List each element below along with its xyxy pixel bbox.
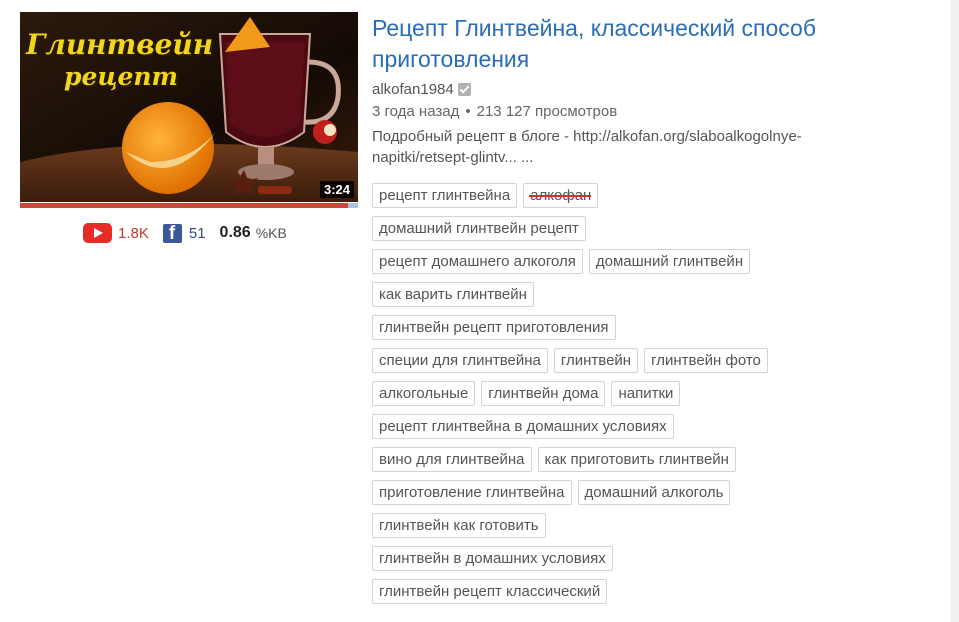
stats-bar: 1.8K 51 0.86 %KB: [83, 222, 287, 244]
tag-chip[interactable]: рецепт глинтвейна в домашних условиях: [372, 414, 674, 439]
video-title-link[interactable]: Рецепт Глинтвейна, классический способ п…: [372, 13, 912, 75]
watch-progress-bar: [20, 203, 358, 208]
youtube-icon: [83, 223, 112, 243]
video-meta: 3 года назад • 213 127 просмотров: [372, 103, 617, 120]
facebook-shares-count: 51: [188, 224, 206, 242]
tag-chip[interactable]: как приготовить глинтвейн: [537, 447, 736, 472]
tag-chip[interactable]: рецепт домашнего алкоголя: [372, 249, 583, 274]
tag-chip[interactable]: рецепт глинтвейна: [372, 183, 518, 208]
tag-chip[interactable]: глинтвейн рецепт приготовления: [372, 315, 616, 340]
upload-age: 3 года назад: [372, 103, 460, 120]
tag-chip[interactable]: специи для глинтвейна: [372, 348, 548, 373]
tag-chip[interactable]: алкогольные: [372, 381, 476, 406]
verified-icon: [457, 83, 471, 96]
tag-chip[interactable]: напитки: [611, 381, 681, 406]
view-count: 213 127 просмотров: [476, 103, 618, 120]
tag-chip[interactable]: глинтвейн как готовить: [372, 513, 546, 538]
meta-separator: •: [465, 103, 471, 120]
watch-progress-fill: [20, 203, 348, 208]
video-description: Подробный рецепт в блоге - http://alkofa…: [372, 128, 802, 166]
tag-chip[interactable]: алкофан: [523, 183, 599, 208]
tag-row: вино для глинтвейна как приготовить глинт…: [372, 447, 822, 472]
tag-row: домашний глинтвейн рецепт: [372, 216, 822, 241]
tag-row: глинтвейн в домашних условиях: [372, 546, 822, 571]
tag-chip[interactable]: приготовление глинтвейна: [372, 480, 572, 505]
tag-chip[interactable]: домашний глинтвейн рецепт: [372, 216, 586, 241]
channel-name-link[interactable]: alkofan1984: [372, 81, 454, 98]
thumbnail-title-line1: Глинтвейн: [26, 28, 214, 61]
tag-chip[interactable]: глинтвейн рецепт классический: [372, 579, 608, 604]
video-thumbnail[interactable]: Глинтвейн рецепт 3:24: [20, 12, 358, 202]
facebook-icon: [162, 223, 182, 243]
tag-chip[interactable]: глинтвейн: [553, 348, 639, 373]
tag-row: рецепт домашнего алкоголя домашний глинтв…: [372, 249, 822, 274]
video-duration: 3:24: [319, 181, 354, 198]
tag-chip[interactable]: домашний глинтвейн: [588, 249, 751, 274]
tag-chip[interactable]: глинтвейн в домашних условиях: [372, 546, 613, 571]
tag-row: алкогольные глинтвейн дома напитки: [372, 381, 822, 406]
tag-chip[interactable]: глинтвейн дома: [481, 381, 606, 406]
kv-value: 0.86: [219, 224, 251, 241]
tag-row: рецепт глинтвейна в домашних условиях: [372, 414, 822, 439]
tag-row: глинтвейн рецепт приготовления: [372, 315, 822, 340]
page-edge: [951, 0, 959, 622]
tag-row: специи для глинтвейна глинтвейн глинтвейн …: [372, 348, 822, 373]
tag-row: глинтвейн рецепт классический: [372, 579, 822, 604]
tag-row: глинтвейн как готовить: [372, 513, 822, 538]
youtube-likes-count: 1.8K: [118, 224, 149, 242]
tag-chip[interactable]: домашний алкоголь: [577, 480, 731, 505]
tag-list: рецепт глинтвейна алкофан домашний глинтве…: [372, 183, 822, 612]
tag-chip[interactable]: как варить глинтвейн: [372, 282, 534, 307]
tag-row: рецепт глинтвейна алкофан: [372, 183, 822, 208]
tag-row: как варить глинтвейн: [372, 282, 822, 307]
channel-row: alkofan1984: [372, 81, 471, 98]
tag-chip[interactable]: глинтвейн фото: [644, 348, 768, 373]
tag-chip[interactable]: вино для глинтвейна: [372, 447, 532, 472]
tag-row: приготовление глинтвейна домашний алкогол…: [372, 480, 822, 505]
thumbnail-title-line2: рецепт: [64, 62, 179, 91]
kv-unit: %KB: [255, 225, 287, 241]
